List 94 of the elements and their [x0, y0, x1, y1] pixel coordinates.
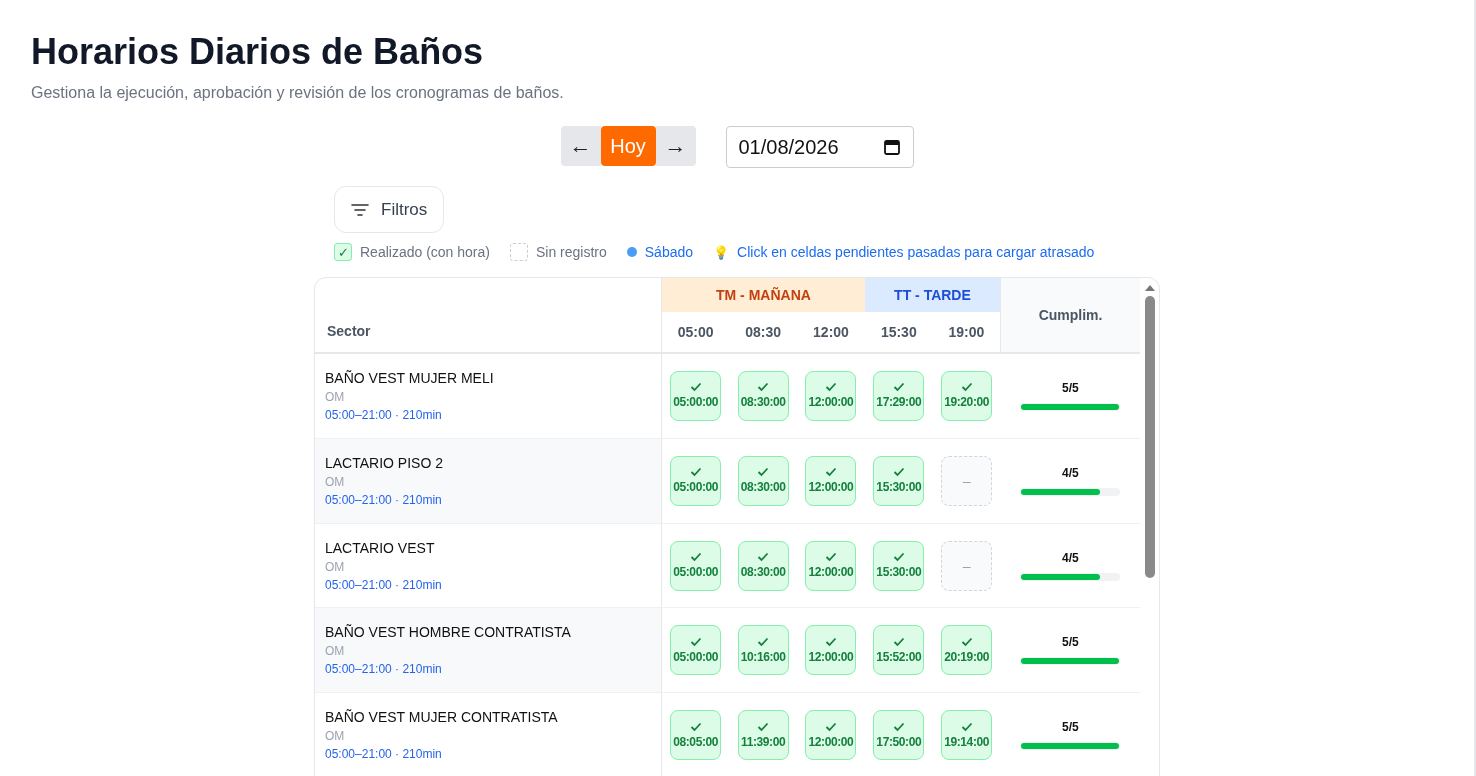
completed-slot[interactable]: 08:30:00 — [737, 540, 789, 591]
completed-slot[interactable]: 12:00:00 — [805, 540, 857, 591]
filters-button[interactable]: Filtros — [334, 186, 445, 233]
completed-slot[interactable]: 12:00:00 — [805, 625, 857, 676]
completed-slot[interactable]: 19:20:00 — [941, 370, 993, 421]
check-icon — [892, 382, 905, 393]
check-icon — [825, 467, 837, 478]
completed-slot[interactable]: 05:00:00 — [670, 455, 722, 506]
check-icon — [757, 382, 770, 393]
sector-group: OM — [325, 729, 651, 744]
compliance-score: 4/5 — [1060, 550, 1080, 565]
legend-label: Sin registro — [535, 244, 607, 260]
time-header: 19:00 — [932, 312, 1001, 353]
column-header: Sector — [315, 278, 662, 353]
page-subtitle: Gestiona la ejecución, aprobación y revisión de los cronogramas de baños. — [31, 84, 565, 102]
check-icon — [960, 721, 973, 732]
sector-group: OM — [325, 559, 651, 574]
completed-slot[interactable]: 05:00:00 — [670, 625, 722, 676]
page-title: Horarios Diarios de Baños — [31, 30, 485, 74]
sector-schedule: 05:00–21:00 · 210min — [325, 662, 443, 677]
compliance-score: 5/5 — [1060, 720, 1080, 735]
sector-name: BAÑO VEST MUJER CONTRATISTA — [325, 709, 559, 726]
completed-slot[interactable]: 08:30:00 — [737, 370, 789, 421]
check-icon — [960, 382, 973, 393]
completed-slot[interactable]: 08:30:00 — [737, 455, 789, 506]
time-header: 05:00 — [661, 312, 730, 353]
compliance-score: 4/5 — [1060, 465, 1080, 480]
scroll-up-arrow-icon[interactable] — [1143, 284, 1156, 292]
sector-group: OM — [325, 389, 651, 404]
completed-slot[interactable]: 19:14:00 — [941, 710, 993, 761]
completed-slot[interactable]: 15:30:00 — [873, 455, 925, 506]
completed-slot[interactable]: 10:16:00 — [737, 625, 789, 676]
empty-slot[interactable]: – — [941, 455, 993, 506]
completed-slot[interactable]: 05:00:00 — [670, 540, 722, 591]
shift-header: TM - MAÑANA — [661, 278, 865, 312]
sector-name: BAÑO VEST HOMBRE CONTRATISTA — [325, 624, 572, 641]
check-icon — [892, 467, 905, 478]
empty-slot[interactable]: – — [941, 540, 993, 591]
legend-hint: Click en celdas pendientes pasadas para cargar atrasado — [737, 244, 1095, 260]
sector-group: OM — [325, 644, 651, 659]
legend-label: Sábado — [644, 244, 694, 260]
check-icon — [892, 721, 905, 732]
done-swatch: ✓ — [334, 243, 352, 261]
check-icon — [757, 467, 770, 478]
filter-icon — [351, 202, 369, 217]
today-button[interactable]: Hoy — [600, 126, 656, 166]
completed-slot[interactable]: 12:00:00 — [805, 455, 857, 506]
sector-schedule: 05:00–21:00 · 210min — [325, 492, 443, 507]
check-icon — [825, 636, 837, 647]
time-header: 08:30 — [729, 312, 798, 353]
completed-slot[interactable]: 05:00:00 — [670, 370, 722, 421]
check-icon — [689, 467, 702, 478]
check-icon — [892, 636, 905, 647]
check-icon — [689, 552, 702, 563]
time-header: 15:30 — [864, 312, 933, 353]
completed-slot[interactable]: 12:00:00 — [805, 710, 857, 761]
shift-header: TT - TARDE — [864, 278, 1001, 312]
previous-day-button[interactable]: ← — [560, 126, 601, 166]
completed-slot[interactable]: 17:29:00 — [873, 370, 925, 421]
empty-swatch — [509, 243, 528, 261]
column-header: Cumplim. — [1000, 278, 1141, 353]
lightbulb-icon: 💡 — [713, 244, 730, 260]
check-icon — [825, 382, 837, 393]
compliance-score: 5/5 — [1060, 380, 1080, 395]
check-icon — [689, 636, 702, 647]
check-icon — [689, 382, 702, 393]
sector-schedule: 05:00–21:00 · 210min — [325, 407, 443, 422]
calendar-icon — [882, 138, 901, 156]
completed-slot[interactable]: 11:39:00 — [737, 710, 789, 761]
time-header: 12:00 — [797, 312, 865, 353]
sector-name: BAÑO VEST MUJER MELI — [325, 369, 495, 386]
check-icon — [825, 552, 837, 563]
completed-slot[interactable]: 20:19:00 — [941, 625, 993, 676]
sector-group: OM — [325, 474, 651, 489]
sector-schedule: 05:00–21:00 · 210min — [325, 577, 443, 592]
check-icon — [689, 721, 702, 732]
completed-slot[interactable]: 08:05:00 — [670, 710, 722, 761]
next-day-button[interactable]: → — [655, 126, 696, 166]
completed-slot[interactable]: 15:30:00 — [873, 540, 925, 591]
check-icon — [892, 552, 905, 563]
check-icon — [960, 636, 973, 647]
date-field[interactable]: 01/08/2026 — [725, 126, 914, 168]
sector-schedule: 05:00–21:00 · 210min — [325, 747, 443, 762]
sector-name: LACTARIO VEST — [325, 539, 436, 556]
compliance-score: 5/5 — [1060, 635, 1080, 650]
check-icon — [757, 552, 770, 563]
legend-label: Realizado (con hora) — [360, 244, 490, 260]
check-icon — [757, 721, 770, 732]
completed-slot[interactable]: 15:52:00 — [873, 625, 925, 676]
check-icon — [757, 636, 770, 647]
check-icon — [825, 721, 837, 732]
completed-slot[interactable]: 17:50:00 — [873, 710, 925, 761]
completed-slot[interactable]: 12:00:00 — [805, 370, 857, 421]
sector-name: LACTARIO PISO 2 — [325, 454, 444, 471]
